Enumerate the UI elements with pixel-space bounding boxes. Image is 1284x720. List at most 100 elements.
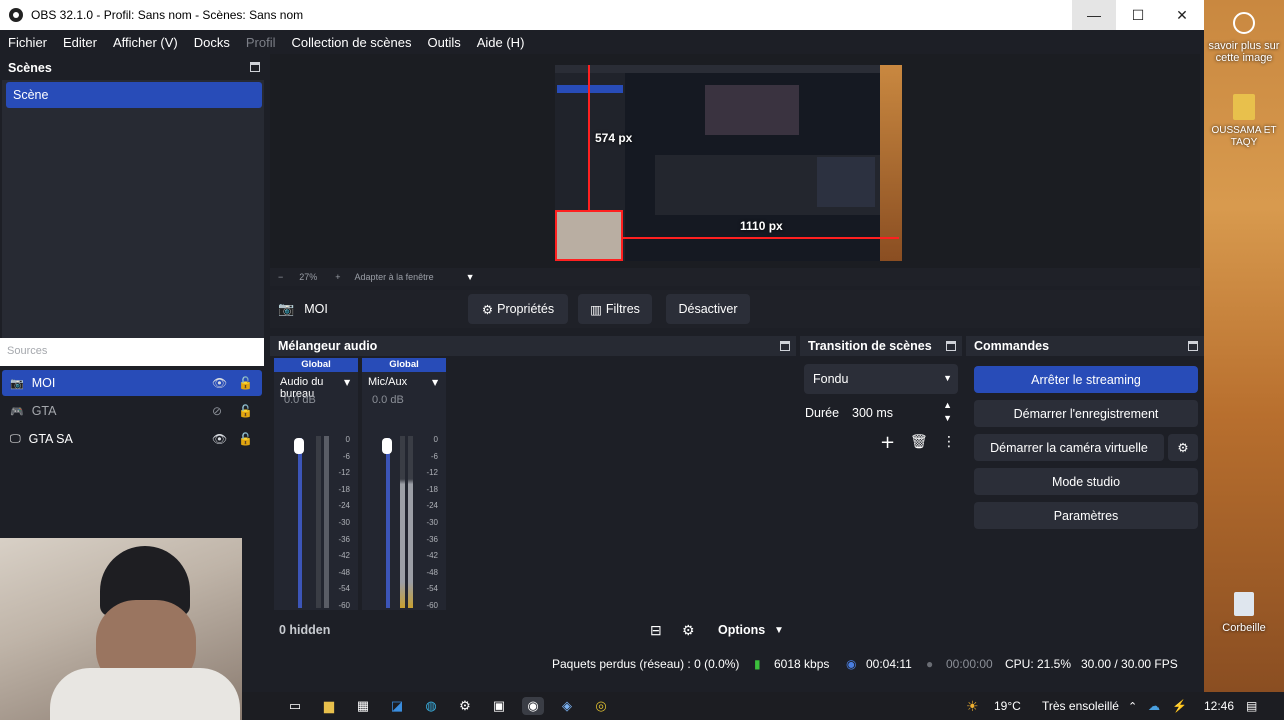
taskbar: ▭ ▆ ▦ ◪ ◍ ⚙ ▣ ◉ ◈ ◎ ☀ 19°C Très ensoleil… bbox=[242, 692, 1284, 720]
eye-icon[interactable]: 👁 bbox=[212, 432, 227, 446]
trash-icon[interactable]: 🗑 bbox=[910, 434, 928, 450]
chevron-down-icon: ▼ bbox=[943, 373, 952, 383]
outlook-icon[interactable]: ◪ bbox=[386, 697, 408, 715]
edge-icon[interactable]: ◍ bbox=[420, 697, 442, 715]
more-icon[interactable]: ⋮ bbox=[942, 434, 956, 450]
menu-editer[interactable]: Editer bbox=[55, 35, 105, 50]
volume-knob[interactable] bbox=[382, 438, 392, 454]
options-button[interactable]: Options bbox=[718, 623, 765, 637]
lock-icon[interactable]: 🔓 bbox=[238, 404, 253, 418]
minimize-button[interactable]: — bbox=[1072, 0, 1116, 30]
transition-header: Transition de scènes bbox=[800, 336, 962, 356]
monitor-icon: 🖵 bbox=[10, 432, 21, 445]
properties-button[interactable]: ⚙ Propriétés bbox=[468, 294, 568, 324]
status-bar: Paquets perdus (réseau) : 0 (0.0%) ▮ 601… bbox=[264, 652, 1204, 676]
fit-window-label[interactable]: Adapter à la fenêtre bbox=[355, 272, 434, 282]
duration-input[interactable]: 300 ms ▲ ▼ bbox=[846, 400, 958, 426]
menu-aide[interactable]: Aide (H) bbox=[469, 35, 533, 50]
volume-knob[interactable] bbox=[294, 438, 304, 454]
filters-button[interactable]: ▥ Filtres bbox=[578, 294, 652, 324]
settings-button[interactable]: Paramètres bbox=[974, 502, 1198, 529]
horizontal-distance-label: 1110 px bbox=[740, 219, 783, 233]
audio-mixer-dock: Mélangeur audio Global Audio du bureau ▼… bbox=[270, 336, 796, 646]
dropped-frames: Paquets perdus (réseau) : 0 (0.0%) bbox=[552, 657, 740, 671]
stop-streaming-button[interactable]: Arrêter le streaming bbox=[974, 366, 1198, 393]
file-explorer-icon[interactable]: ▆ bbox=[318, 697, 340, 715]
chevron-down-icon[interactable]: ▼ bbox=[466, 272, 475, 282]
undock-icon[interactable] bbox=[250, 62, 260, 72]
onedrive-icon[interactable]: ☁ bbox=[1148, 699, 1160, 713]
tray-chevron-icon[interactable]: ⌃ bbox=[1128, 700, 1137, 713]
menu-outils[interactable]: Outils bbox=[419, 35, 468, 50]
desktop-info-icon[interactable]: savoir plus sur cette image bbox=[1204, 8, 1284, 64]
maximize-button[interactable]: ☐ bbox=[1116, 0, 1160, 30]
chevron-down-icon[interactable]: ▼ bbox=[774, 625, 784, 636]
menu-fichier[interactable]: Fichier bbox=[0, 35, 55, 50]
store-icon[interactable]: ▦ bbox=[352, 697, 374, 715]
scene-item[interactable]: Scène bbox=[6, 82, 262, 108]
menu-bar: Fichier Editer Afficher (V) Docks Profil… bbox=[0, 30, 1204, 54]
channel-name[interactable]: Mic/Aux bbox=[368, 376, 407, 388]
app2-icon[interactable]: ◈ bbox=[556, 697, 578, 715]
network-icon[interactable]: ⚡ bbox=[1172, 699, 1187, 713]
virtual-camera-settings-button[interactable]: ⚙ bbox=[1168, 434, 1198, 461]
menu-profil[interactable]: Profil bbox=[238, 35, 284, 50]
camera-icon: 📷 bbox=[10, 377, 24, 390]
record-icon: ● bbox=[926, 657, 934, 671]
task-view-icon[interactable]: ▭ bbox=[284, 697, 306, 715]
signal-icon: ▮ bbox=[754, 657, 761, 671]
source-item[interactable]: 🎮 GTA ⊘ 🔓 bbox=[2, 398, 262, 424]
layout-icon[interactable]: ⊟ bbox=[650, 622, 662, 639]
undock-icon[interactable] bbox=[946, 341, 956, 351]
level-meter bbox=[316, 436, 321, 608]
clock[interactable]: 12:46 bbox=[1204, 699, 1234, 713]
lock-icon[interactable]: 🔓 bbox=[238, 376, 253, 390]
close-button[interactable]: ✕ bbox=[1160, 0, 1204, 30]
menu-collection[interactable]: Collection de scènes bbox=[284, 35, 420, 50]
deactivate-button[interactable]: Désactiver bbox=[666, 294, 750, 324]
eye-icon[interactable]: 👁 bbox=[212, 376, 227, 390]
preview-canvas[interactable]: 574 px 1110 px bbox=[555, 65, 902, 261]
chevron-down-icon[interactable]: ▼ bbox=[344, 378, 350, 387]
chrome-icon[interactable]: ◎ bbox=[590, 697, 612, 715]
source-item[interactable]: 📷 MOI 👁 🔓 bbox=[2, 370, 262, 396]
settings-icon[interactable]: ⚙ bbox=[454, 697, 476, 715]
filter-icon: ▥ bbox=[590, 302, 602, 317]
duration-value: 300 ms bbox=[852, 406, 893, 420]
weather-icon: ☀ bbox=[966, 697, 979, 714]
start-virtual-camera-button[interactable]: Démarrer la caméra virtuelle bbox=[974, 434, 1164, 461]
eye-hidden-icon[interactable]: ⊘ bbox=[212, 404, 222, 418]
folder-icon[interactable]: OUSSAMA ET TAQY bbox=[1204, 94, 1284, 148]
spin-arrows-icon[interactable]: ▲ ▼ bbox=[943, 399, 952, 425]
menu-docks[interactable]: Docks bbox=[186, 35, 238, 50]
trash-icon[interactable]: Corbeille bbox=[1204, 592, 1284, 634]
menu-afficher[interactable]: Afficher (V) bbox=[105, 35, 186, 50]
weather-temp[interactable]: 19°C bbox=[994, 699, 1021, 713]
properties-label: Propriétés bbox=[497, 302, 555, 316]
settings-icon[interactable]: ⚙ bbox=[682, 622, 695, 639]
channel-volume: 0.0 dB bbox=[284, 394, 316, 406]
mixer-footer: 0 hidden ⊟ ⚙ Options ▼ bbox=[270, 614, 796, 646]
sources-header: Sources bbox=[0, 338, 264, 366]
weather-desc[interactable]: Très ensoleillé bbox=[1042, 699, 1119, 713]
chevron-down-icon[interactable]: ▼ bbox=[432, 378, 438, 387]
undock-icon[interactable] bbox=[780, 341, 790, 351]
lock-icon[interactable]: 🔓 bbox=[238, 432, 253, 446]
volume-slider[interactable] bbox=[386, 438, 390, 608]
start-recording-button[interactable]: Démarrer l'enregistrement bbox=[974, 400, 1198, 427]
undock-icon[interactable] bbox=[1188, 341, 1198, 351]
studio-mode-button[interactable]: Mode studio bbox=[974, 468, 1198, 495]
volume-slider[interactable] bbox=[298, 438, 302, 608]
zoom-out-icon[interactable]: − bbox=[278, 272, 283, 282]
maximize-icon: ☐ bbox=[1131, 6, 1145, 23]
camera-icon: 📷 bbox=[278, 301, 295, 316]
transition-select[interactable]: Fondu ▼ bbox=[804, 364, 958, 394]
add-icon[interactable]: + bbox=[880, 432, 895, 453]
obs-taskbar-icon[interactable]: ◉ bbox=[522, 697, 544, 715]
app-icon[interactable]: ▣ bbox=[488, 697, 510, 715]
level-meter bbox=[408, 436, 413, 608]
notification-icon[interactable]: ▤ bbox=[1246, 699, 1257, 713]
source-item[interactable]: 🖵 GTA SA 👁 🔓 bbox=[2, 426, 262, 452]
zoom-in-icon[interactable]: + bbox=[335, 272, 340, 282]
desktop-info-label: savoir plus sur cette image bbox=[1208, 40, 1280, 64]
